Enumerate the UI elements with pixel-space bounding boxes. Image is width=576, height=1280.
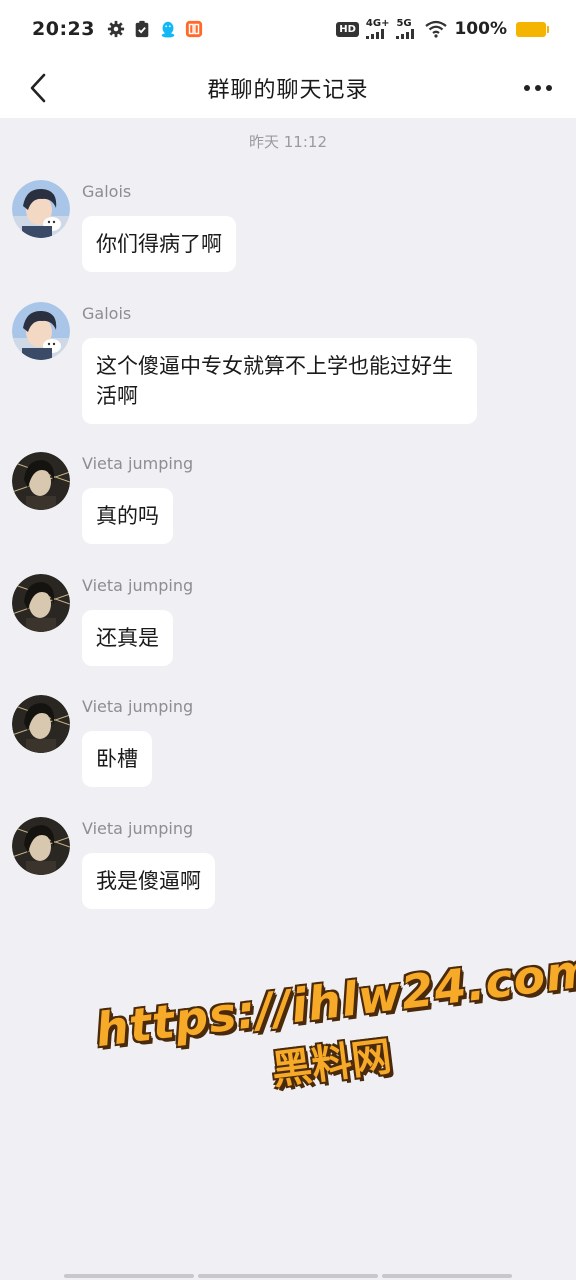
avatar-image — [12, 452, 70, 510]
message-bubble[interactable]: 还真是 — [82, 610, 173, 666]
clipboard-check-icon — [135, 20, 149, 38]
sender-name: Vieta jumping — [82, 819, 194, 838]
message-bubble[interactable]: 我是傻逼啊 — [82, 853, 215, 909]
sender-name: Galois — [82, 182, 132, 201]
avatar[interactable] — [12, 574, 70, 632]
message-bubble[interactable]: 这个傻逼中专女就算不上学也能过好生活啊 — [82, 338, 477, 424]
chat-timestamp: 昨天 11:12 — [249, 133, 327, 151]
home-indicator-segment — [382, 1274, 512, 1278]
sender-name: Galois — [82, 304, 132, 323]
sender-name: Vieta jumping — [82, 576, 194, 595]
signal-4g: 4G+ — [365, 19, 389, 39]
status-right: HD 4G+ 5G 100% — [336, 19, 549, 39]
back-button[interactable] — [18, 66, 58, 110]
status-left: 20:23 — [32, 18, 203, 40]
gear-icon — [107, 20, 125, 38]
hd-badge: HD — [336, 21, 359, 37]
watermark: https://ihlw24.com 黑料网 — [93, 942, 576, 1153]
avatar[interactable] — [12, 452, 70, 510]
more-dots-icon — [524, 85, 552, 91]
message-bubble[interactable]: 你们得病了啊 — [82, 216, 236, 272]
battery-icon — [516, 21, 549, 37]
sender-name: Vieta jumping — [82, 454, 194, 473]
avatar[interactable] — [12, 302, 70, 360]
wifi-icon — [425, 20, 448, 38]
home-indicator-segment — [198, 1274, 378, 1278]
nav-bar: 群聊的聊天记录 — [0, 58, 576, 118]
more-button[interactable] — [520, 70, 556, 106]
battery-percent: 100% — [454, 19, 507, 39]
avatar-image — [12, 302, 70, 360]
status-bar: 20:23 HD 4G+ 5G 100% — [0, 0, 576, 58]
qq-penguin-icon — [161, 21, 175, 38]
signal-bars-icon — [365, 29, 384, 39]
message-bubble[interactable]: 卧槽 — [82, 731, 152, 787]
avatar[interactable] — [12, 695, 70, 753]
app-badge-icon — [185, 20, 203, 38]
avatar-image — [12, 695, 70, 753]
avatar-image — [12, 817, 70, 875]
avatar-image — [12, 180, 70, 238]
signal-5g: 5G — [396, 19, 418, 39]
signal-bars-icon — [396, 29, 415, 39]
chevron-left-icon — [30, 73, 46, 103]
home-indicator-segment — [64, 1274, 194, 1278]
avatar[interactable] — [12, 180, 70, 238]
avatar[interactable] — [12, 817, 70, 875]
avatar-image — [12, 574, 70, 632]
sender-name: Vieta jumping — [82, 697, 194, 716]
status-time: 20:23 — [32, 18, 95, 40]
page-title: 群聊的聊天记录 — [207, 78, 369, 103]
message-bubble[interactable]: 真的吗 — [82, 488, 173, 544]
